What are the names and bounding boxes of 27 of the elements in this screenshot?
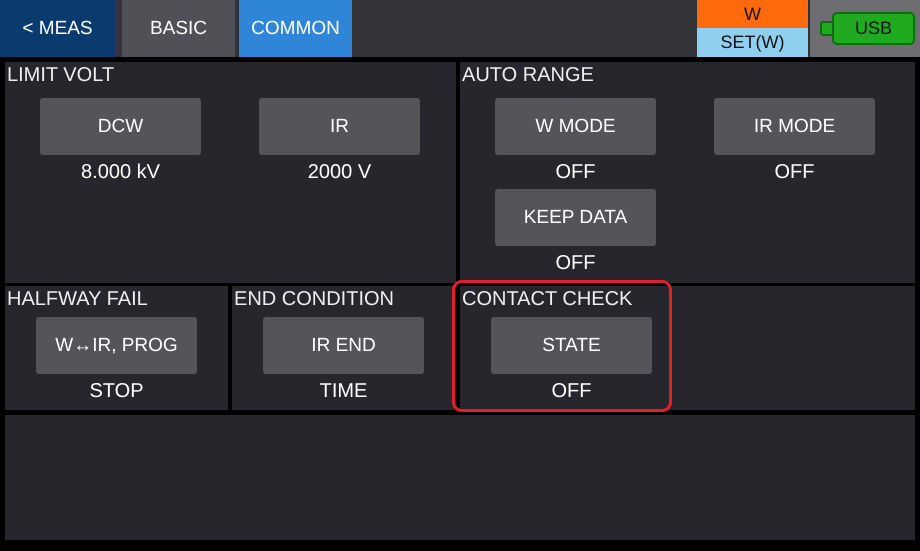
usb-indicator: USB	[820, 12, 915, 45]
setting-button[interactable]: DCW	[40, 98, 201, 155]
tab[interactable]: COMMON	[239, 0, 352, 57]
setting-value: OFF	[556, 251, 596, 276]
setting-value: OFF	[552, 379, 592, 404]
section-title: AUTO RANGE	[461, 63, 594, 88]
back-button[interactable]: < MEAS	[0, 0, 115, 57]
setting-value: 8.000 kV	[81, 160, 160, 185]
setting-value: OFF	[774, 160, 814, 185]
section-title: LIMIT VOLT	[6, 63, 114, 88]
mode-indicator: W	[697, 0, 808, 28]
tab[interactable]: BASIC	[122, 0, 235, 57]
setting-button[interactable]: W↔IR, PROG	[36, 317, 197, 374]
setting-indicator: SET(W)	[697, 28, 808, 57]
setting-button[interactable]: IR	[259, 98, 420, 155]
setting-button[interactable]: IR MODE	[714, 98, 875, 155]
setting-value: STOP	[89, 379, 144, 404]
section-title: END CONDITION	[233, 287, 394, 312]
setting-value: OFF	[556, 160, 596, 185]
setting-button[interactable]: STATE	[491, 317, 652, 374]
setting-button[interactable]: W MODE	[495, 98, 656, 155]
section-title: CONTACT CHECK	[461, 287, 632, 312]
setting-button[interactable]: KEEP DATA	[495, 189, 656, 246]
setting-value: 2000 V	[308, 160, 372, 185]
setting-value: TIME	[320, 379, 368, 404]
setting-button[interactable]: IR END	[263, 317, 424, 374]
section-title: HALFWAY FAIL	[6, 287, 148, 312]
